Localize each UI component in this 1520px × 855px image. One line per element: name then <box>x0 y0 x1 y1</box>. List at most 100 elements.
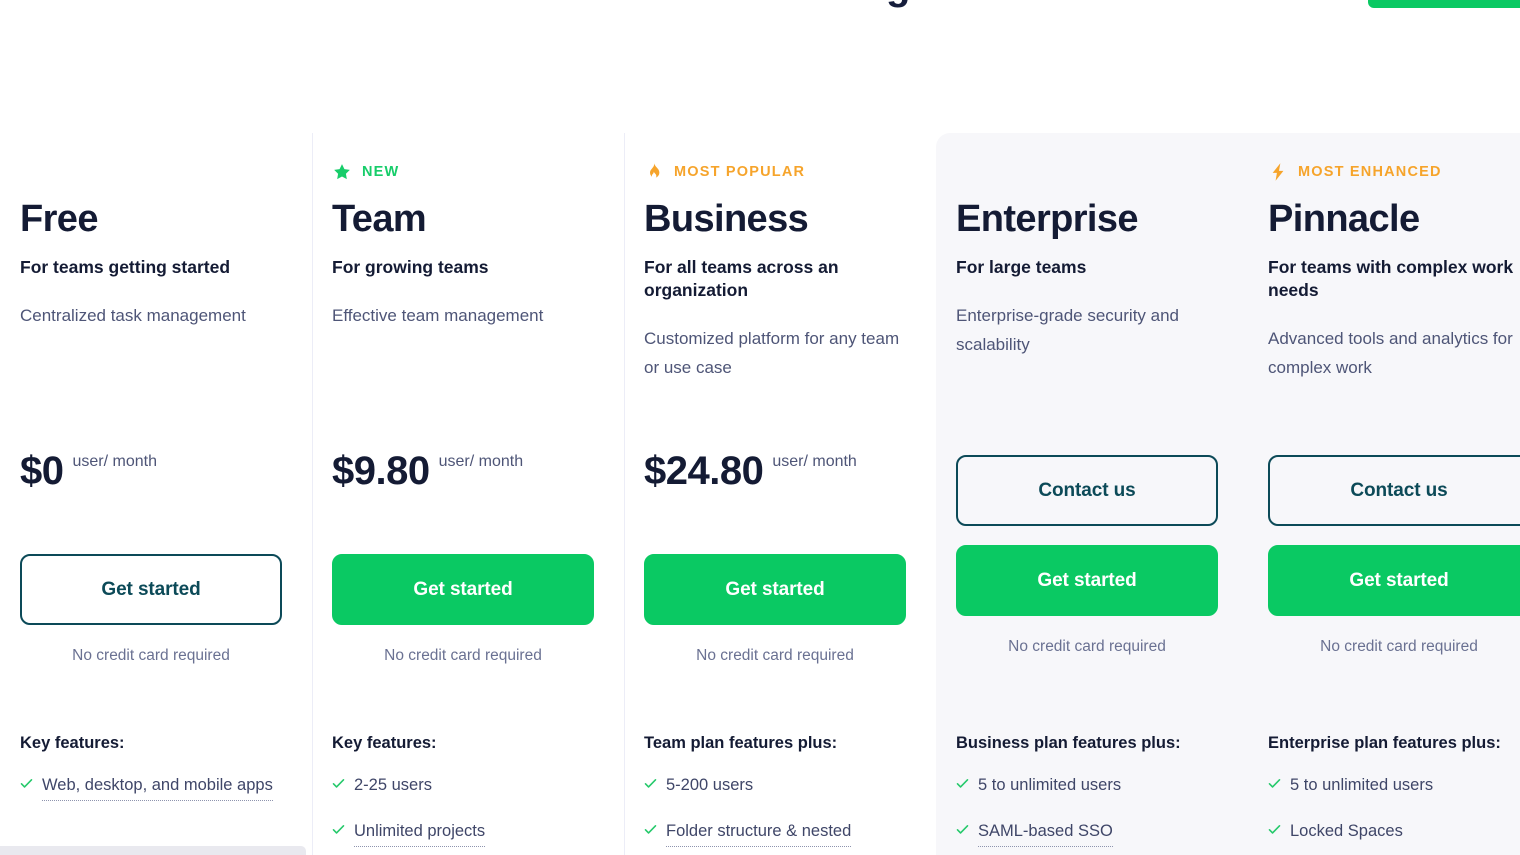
plan-divider <box>312 133 313 855</box>
no-credit-card-note: No credit card required <box>1320 638 1478 655</box>
plan-content: Enterprise For large teams Enterprise-grad… <box>956 161 1220 360</box>
horizontal-scrollbar[interactable] <box>0 846 306 855</box>
plan-features-title: Enterprise plan features plus: <box>1268 734 1501 752</box>
plan-price: $9.80 <box>332 449 430 493</box>
plan-feature-label: 5-200 users <box>666 775 754 794</box>
plan-feature-item: 5-200 users <box>644 773 916 798</box>
plan-features: Enterprise plan features plus: 5 to unlim… <box>1268 731 1520 855</box>
plan-badge-placeholder <box>956 161 1220 183</box>
plan-card-enterprise: Enterprise For large teams Enterprise-grad… <box>936 133 1248 855</box>
plan-price-unit: user/ month <box>772 453 857 470</box>
plan-action-buttons: Contact us Get started No credit card requ… <box>1268 455 1520 656</box>
plan-feature-item: Unlimited projects <box>332 819 604 847</box>
plan-badge: NEW <box>332 161 596 183</box>
plan-description: Enterprise-grade security and scalabilit… <box>956 306 1180 355</box>
plan-feature-label: Locked Spaces <box>1290 821 1403 840</box>
plan-card-free: Free For teams getting started Centralized… <box>0 133 312 855</box>
plan-price-area: $9.80 user/ month <box>332 451 523 511</box>
plan-feature-item: 5 to unlimited users <box>956 773 1228 798</box>
no-credit-card-note: No credit card required <box>696 647 854 664</box>
plan-card-business: MOST POPULAR Business For all teams across… <box>624 133 936 855</box>
plan-feature-label: 5 to unlimited users <box>978 775 1122 794</box>
plan-feature-item: Locked Spaces <box>1268 819 1520 844</box>
plan-divider <box>936 133 937 855</box>
plan-badge: MOST POPULAR <box>644 161 908 183</box>
button-gap <box>1268 526 1520 545</box>
check-icon <box>956 777 969 790</box>
plan-features-title: Team plan features plus: <box>644 734 838 752</box>
check-icon <box>332 823 345 836</box>
plan-content: MOST POPULAR Business For all teams across… <box>644 161 908 383</box>
plan-card-team: NEW Team For growing teams Effective team m… <box>312 133 624 855</box>
clipped-header-strip: g <box>0 0 1520 28</box>
plan-card-pinnacle: MOST ENHANCED Pinnacle For teams with comp… <box>1248 133 1520 855</box>
no-credit-card-note: No credit card required <box>1008 638 1166 655</box>
plan-name: Free <box>20 198 98 240</box>
plan-content: NEW Team For growing teams Effective team m… <box>332 161 596 330</box>
plan-feature-label: 5 to unlimited users <box>1290 775 1434 794</box>
check-icon <box>20 777 33 790</box>
plan-badge-label: MOST ENHANCED <box>1298 164 1442 180</box>
plan-features: Key features: Web, desktop, and mobile ap… <box>20 731 292 822</box>
plan-feature-label[interactable]: SAML-based SSO <box>978 819 1113 847</box>
plan-feature-item: SAML-based SSO <box>956 819 1228 847</box>
get-started-button[interactable]: Get started <box>644 554 906 625</box>
plan-price: $24.80 <box>644 449 764 493</box>
plan-content: MOST ENHANCED Pinnacle For teams with comp… <box>1268 161 1520 383</box>
plan-features: Key features: 2-25 users Unlimited project… <box>332 731 604 855</box>
plan-divider <box>1248 133 1249 855</box>
get-started-button[interactable]: Get started <box>20 554 282 625</box>
plan-feature-item: 2-25 users <box>332 773 604 798</box>
plan-feature-label[interactable]: Unlimited projects <box>354 819 486 847</box>
plan-badge-label: NEW <box>362 164 400 180</box>
lightning-icon <box>1268 162 1288 182</box>
plan-name: Business <box>644 198 809 240</box>
plan-price-unit: user/ month <box>72 453 157 470</box>
plan-feature-label[interactable]: Web, desktop, and mobile apps <box>42 773 273 801</box>
contact-us-button[interactable]: Contact us <box>956 455 1218 526</box>
plan-action-buttons: Get started No credit card required <box>644 554 906 665</box>
get-started-button[interactable]: Get started <box>332 554 594 625</box>
plan-badge: MOST ENHANCED <box>1268 161 1520 183</box>
pricing-plans-row: Free For teams getting started Centralized… <box>0 133 1520 855</box>
plan-name: Team <box>332 198 427 240</box>
plan-action-buttons: Get started No credit card required <box>332 554 594 665</box>
plan-description: Effective team management <box>332 306 544 326</box>
plan-features-title: Business plan features plus: <box>956 734 1181 752</box>
plan-feature-item: 5 to unlimited users <box>1268 773 1520 798</box>
plan-divider <box>624 133 625 855</box>
plan-price-area: $0 user/ month <box>20 451 157 511</box>
check-icon <box>644 777 657 790</box>
check-icon <box>1268 777 1281 790</box>
plan-action-buttons: Contact us Get started No credit card requ… <box>956 455 1218 656</box>
plan-feature-label: 2-25 users <box>354 775 432 794</box>
star-icon <box>332 162 352 182</box>
check-icon <box>1268 823 1281 836</box>
plan-price-unit: user/ month <box>438 453 524 470</box>
plan-tagline: For growing teams <box>332 257 489 278</box>
plan-tagline: For teams getting started <box>20 257 231 278</box>
plan-description: Customized platform for any team or use … <box>644 329 900 378</box>
plan-tagline: For teams with complex work needs <box>1268 257 1514 301</box>
pricing-page: g Free For teams getting started Centraliz… <box>0 0 1520 855</box>
no-credit-card-note: No credit card required <box>72 647 230 664</box>
plan-features: Business plan features plus: 5 to unlimit… <box>956 731 1228 855</box>
plan-feature-item: Web, desktop, and mobile apps <box>20 773 292 801</box>
plan-divider <box>0 133 1 855</box>
plan-price: $0 <box>20 449 64 493</box>
check-icon <box>644 823 657 836</box>
plan-description: Centralized task management <box>20 306 246 326</box>
get-started-button[interactable]: Get started <box>956 545 1218 616</box>
header-cta-button-fragment[interactable] <box>1368 0 1520 8</box>
contact-us-button[interactable]: Contact us <box>1268 455 1520 526</box>
plan-feature-label[interactable]: Folder structure & nested <box>666 819 852 847</box>
get-started-button[interactable]: Get started <box>1268 545 1520 616</box>
plan-tagline: For all teams across an organization <box>644 257 839 301</box>
clipped-heading-glyph: g <box>888 0 910 6</box>
plan-price-area: $24.80 user/ month <box>644 451 857 511</box>
plan-badge-placeholder <box>20 161 284 183</box>
plan-features: Team plan features plus: 5-200 users Folde… <box>644 731 916 855</box>
check-icon <box>332 777 345 790</box>
plan-features-title: Key features: <box>332 734 437 752</box>
clipped-page-heading: g <box>888 0 910 22</box>
